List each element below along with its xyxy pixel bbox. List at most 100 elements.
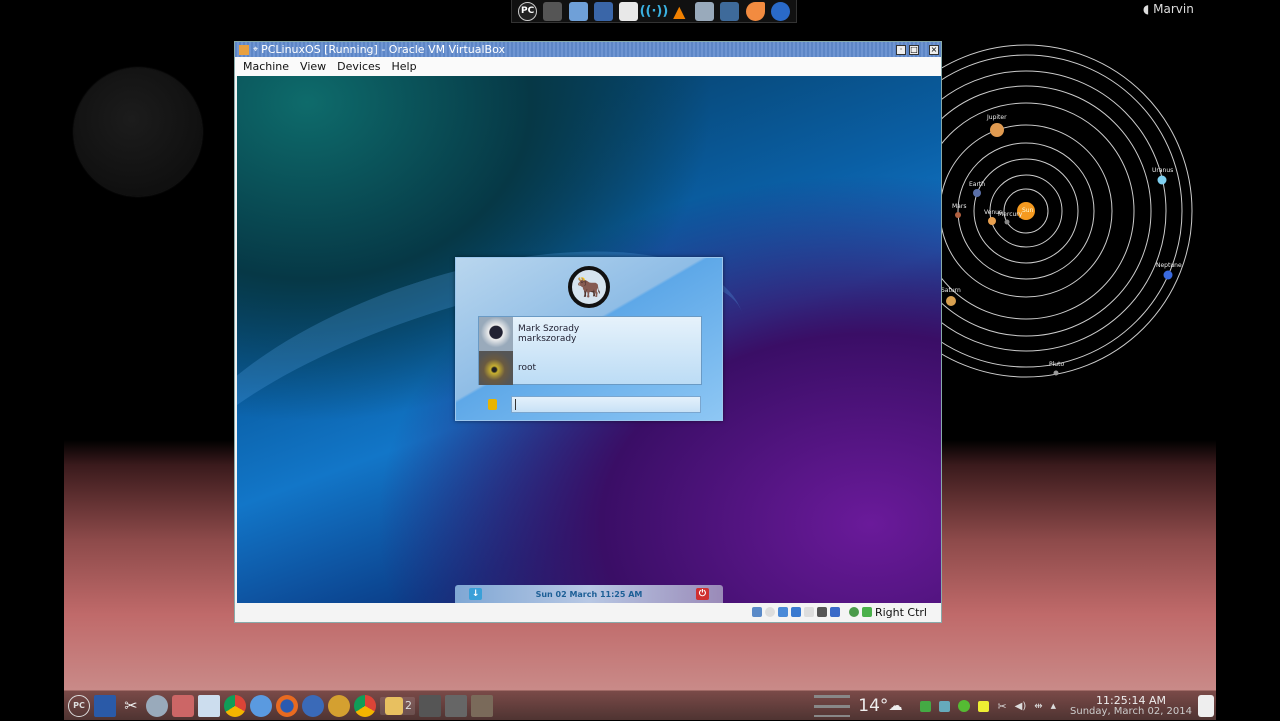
media-icon[interactable]: [694, 1, 714, 21]
keyboard-capture-icon[interactable]: [861, 607, 872, 617]
vlc-icon[interactable]: ▲: [670, 2, 689, 21]
text-editor-icon[interactable]: [619, 1, 639, 21]
pin-icon[interactable]: ⌖: [253, 45, 258, 55]
gimp-icon[interactable]: [543, 1, 563, 21]
color-app-icon[interactable]: [419, 694, 441, 717]
capture-icon[interactable]: [829, 607, 840, 617]
venus-icon: [988, 217, 996, 225]
virtualbox-window: ⌖ PCLinuxOS [Running] - Oracle VM Virtua…: [234, 41, 942, 623]
expand-tray-icon[interactable]: ▲: [1051, 702, 1056, 710]
window-titlebar[interactable]: ⌖ PCLinuxOS [Running] - Oracle VM Virtua…: [235, 42, 941, 57]
user-item[interactable]: Mark Szorady markszorady: [479, 317, 701, 351]
power-icon: ◖: [1143, 2, 1154, 16]
maximize-button[interactable]: □: [909, 44, 919, 55]
user-fullname: root: [518, 363, 537, 373]
login-bottom-bar: ↓ Sun 02 March 11:25 AM ⏻: [455, 585, 723, 603]
bull-logo-icon: 🐂: [568, 266, 610, 308]
password-input[interactable]: [511, 396, 701, 413]
solar-orbits: [940, 44, 1193, 378]
display-status-icon[interactable]: [803, 607, 814, 617]
menu-view[interactable]: View: [300, 60, 326, 73]
volume-icon[interactable]: ◀): [1015, 701, 1027, 712]
menu-devices[interactable]: Devices: [337, 60, 380, 73]
virtualbox-icon[interactable]: [593, 1, 613, 21]
planet-label: Uranus: [1152, 167, 1174, 174]
cloud-icon: ☁: [888, 698, 903, 714]
planet-label: Venus: [984, 209, 1003, 216]
tools-icon[interactable]: ✂: [120, 695, 142, 717]
update-icon[interactable]: [939, 700, 951, 712]
start-menu-button[interactable]: PC: [68, 694, 90, 717]
scissors-icon[interactable]: ✂: [997, 700, 1006, 713]
usb-icon[interactable]: [777, 607, 788, 617]
solar-system-widget: Sun Mercury Venus Earth Mars Jupiter Sat…: [940, 40, 1216, 400]
taskbar: PC ✂ 2 14° ☁ ✂ ◀) ⇹ ▲ 11:25:14 AM Sunday…: [64, 690, 1216, 720]
user-item[interactable]: root: [479, 351, 701, 385]
package-manager-icon[interactable]: [172, 694, 194, 717]
sun-label: Sun: [1022, 207, 1034, 214]
vm-display[interactable]: 🐂 Mark Szorady markszorady root ↓ Sun 02 …: [237, 76, 941, 603]
mars-icon: [955, 212, 961, 218]
clementine-icon[interactable]: [745, 1, 765, 21]
planet-label: Pluto: [1049, 361, 1065, 368]
login-datetime: Sun 02 March 11:25 AM: [535, 589, 643, 599]
uranus-icon: [1157, 175, 1167, 185]
neptune-icon: [1163, 270, 1173, 280]
notes-icon[interactable]: [978, 700, 990, 712]
task-group[interactable]: 2: [380, 696, 415, 715]
menu-machine[interactable]: Machine: [243, 60, 289, 73]
group-count: 2: [405, 699, 412, 712]
network-status-icon[interactable]: [816, 607, 827, 617]
file-manager-icon[interactable]: [568, 1, 588, 21]
clock-date: Sunday, March 02, 2014: [1070, 706, 1192, 717]
webcam-icon[interactable]: [445, 694, 467, 717]
optical-drive-icon[interactable]: [764, 607, 775, 617]
workspace-switcher[interactable]: [814, 695, 851, 717]
desktop: PC ((·)) ▲ ◖ Marvin Sun Mercury Venus Ea…: [0, 0, 1280, 720]
shutdown-icon[interactable]: ⏻: [695, 588, 709, 600]
shared-folders-icon[interactable]: [790, 607, 801, 617]
lock-icon: [488, 399, 497, 410]
weather-temp[interactable]: 14°: [858, 696, 888, 716]
mouse-integration-icon[interactable]: [848, 607, 859, 617]
clock-time: 11:25:14 AM: [1096, 694, 1166, 707]
virtualbox-task-icon[interactable]: [471, 694, 493, 717]
user-name: Marvin: [1153, 2, 1194, 16]
menu-arrow-icon[interactable]: ↓: [469, 588, 482, 600]
planet-label: Mars: [952, 203, 967, 210]
window-title: PCLinuxOS [Running] - Oracle VM VirtualB…: [261, 43, 505, 56]
network-icon[interactable]: ((·)): [640, 2, 669, 21]
chromium-icon[interactable]: [250, 694, 272, 717]
planet-label: Earth: [969, 181, 986, 188]
signal-icon[interactable]: [920, 700, 932, 712]
planet-label: Jupiter: [987, 114, 1007, 121]
settings-icon[interactable]: [146, 694, 168, 717]
user-fullname: Mark Szorady: [518, 324, 580, 334]
menu-help[interactable]: Help: [392, 60, 417, 73]
chrome-icon[interactable]: [224, 694, 246, 717]
minimize-button[interactable]: ·: [896, 44, 906, 55]
check-icon[interactable]: [958, 700, 971, 712]
top-dock: PC ((·)) ▲: [511, 0, 797, 23]
harddisk-icon[interactable]: [751, 607, 762, 617]
host-key-label: Right Ctrl: [874, 605, 927, 619]
display-icon[interactable]: [720, 1, 740, 21]
thunderbird-icon[interactable]: [302, 694, 324, 717]
moon-widget: [74, 68, 202, 196]
browser-icon[interactable]: [770, 1, 790, 21]
mediaplayer-icon[interactable]: [328, 694, 350, 717]
show-desktop-icon[interactable]: [94, 694, 116, 717]
vm-status-bar: Right Ctrl: [235, 602, 941, 622]
usb-tray-icon[interactable]: ⇹: [1034, 701, 1042, 712]
system-tray: 14° ☁ ✂ ◀) ⇹ ▲ 11:25:14 AM Sunday, March…: [814, 691, 1216, 721]
close-button[interactable]: ×: [929, 44, 939, 55]
clock[interactable]: 11:25:14 AM Sunday, March 02, 2014: [1070, 695, 1192, 717]
jupiter-icon: [990, 123, 1004, 137]
user-menu[interactable]: ◖ Marvin: [1143, 2, 1194, 16]
file-manager-icon[interactable]: [198, 694, 220, 717]
chrome-window-icon[interactable]: [354, 694, 376, 717]
trash-icon[interactable]: [1198, 695, 1214, 717]
firefox-icon[interactable]: [276, 694, 298, 717]
saturn-icon: [946, 296, 956, 306]
pclinuxos-icon[interactable]: PC: [518, 1, 538, 21]
